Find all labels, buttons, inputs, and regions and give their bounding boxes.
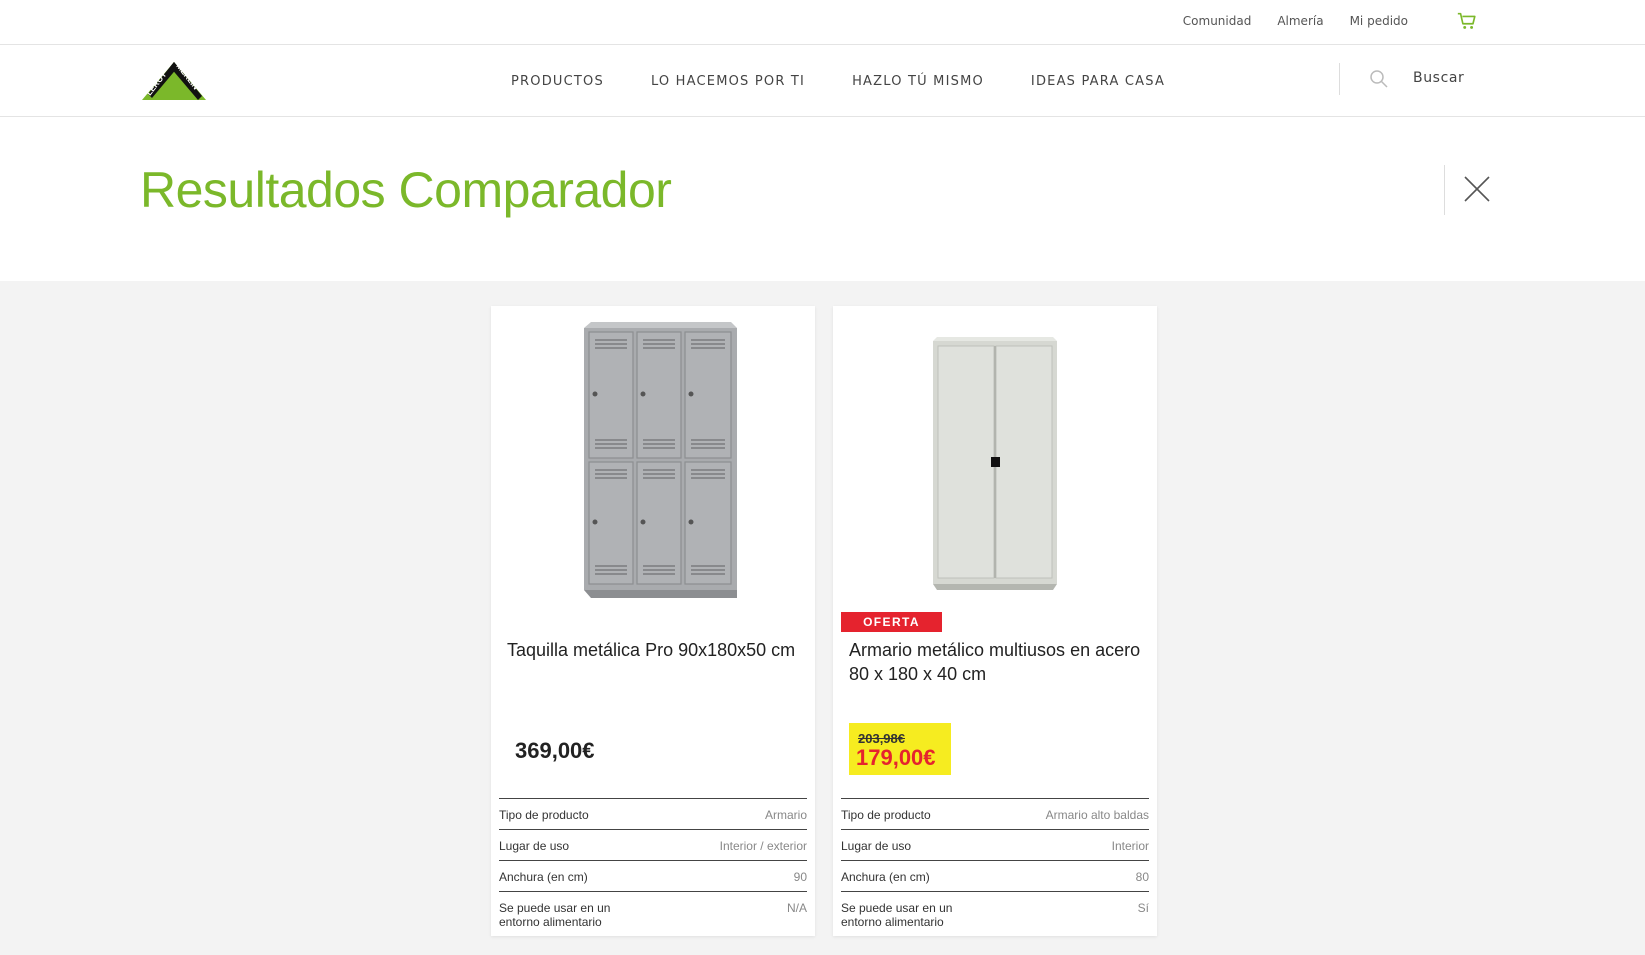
spec-value: 80 <box>1135 870 1149 884</box>
nav-hazlo-tu-mismo[interactable]: HAZLO TÚ MISMO <box>852 74 984 89</box>
spec-value: 90 <box>793 870 807 884</box>
spec-label: Lugar de uso <box>499 839 570 853</box>
spec-row: Lugar de uso Interior / exterior <box>499 829 807 860</box>
spec-value: Armario alto baldas <box>1045 808 1149 822</box>
locker-icon[interactable] <box>491 322 815 606</box>
product-name[interactable]: Armario metálico multiusos en acero 80 x… <box>849 638 1149 686</box>
spec-row: Tipo de producto Armario <box>499 798 807 829</box>
spec-value: N/A <box>786 901 807 915</box>
spec-label: Anchura (en cm) <box>841 870 930 884</box>
price-box: 203,98€ 179,00€ <box>849 723 951 775</box>
page-title: Resultados Comparador <box>140 162 672 218</box>
link-mi-pedido[interactable]: Mi pedido <box>1350 14 1408 28</box>
nav-ideas-para-casa[interactable]: IDEAS PARA CASA <box>1031 74 1165 89</box>
spec-row: Lugar de uso Interior <box>841 829 1149 860</box>
leroy-merlin-logo[interactable]: LEROY MERLIN <box>140 58 208 102</box>
spec-table: Tipo de producto Armario alto baldas Lug… <box>841 798 1149 937</box>
spec-label: Lugar de uso <box>841 839 912 853</box>
top-utility-bar: Comunidad Almería Mi pedido <box>0 0 1645 45</box>
spec-row: Anchura (en cm) 90 <box>499 860 807 891</box>
nav-lo-hacemos-por-ti[interactable]: LO HACEMOS POR TI <box>651 74 805 89</box>
main-navigation: LEROY MERLIN PRODUCTOS LO HACEMOS POR TI… <box>0 45 1645 117</box>
utility-links: Comunidad Almería Mi pedido <box>1183 0 1478 42</box>
title-section: Resultados Comparador <box>0 117 1645 281</box>
product-name[interactable]: Taquilla metálica Pro 90x180x50 cm <box>507 638 807 662</box>
product-price: 179,00€ <box>856 745 936 770</box>
close-divider <box>1444 165 1445 215</box>
nav-productos[interactable]: PRODUCTOS <box>511 74 604 89</box>
close-icon[interactable] <box>1462 174 1492 204</box>
old-price: 203,98€ <box>858 731 905 746</box>
offer-badge: OFERTA <box>841 612 942 632</box>
spec-label: Se puede usar en un entorno alimentario <box>841 901 953 929</box>
product-price: 369,00€ <box>515 738 595 763</box>
spec-value: Armario <box>764 808 807 822</box>
search-icon[interactable] <box>1369 69 1389 89</box>
nav-menu: PRODUCTOS LO HACEMOS POR TI HAZLO TÚ MIS… <box>511 45 1212 117</box>
spec-value: Interior <box>1111 839 1149 853</box>
product-card[interactable]: Taquilla metálica Pro 90x180x50 cm 369,0… <box>491 306 815 936</box>
cart-icon[interactable] <box>1456 10 1478 32</box>
spec-value: Sí <box>1137 901 1149 915</box>
spec-label: Anchura (en cm) <box>499 870 588 884</box>
link-almeria[interactable]: Almería <box>1277 14 1323 28</box>
cabinet-icon[interactable] <box>833 322 1157 606</box>
spec-row: Tipo de producto Armario alto baldas <box>841 798 1149 829</box>
spec-label: Tipo de producto <box>841 808 931 822</box>
spec-table: Tipo de producto Armario Lugar de uso In… <box>499 798 807 937</box>
spec-row: Anchura (en cm) 80 <box>841 860 1149 891</box>
search-button[interactable]: Buscar <box>1413 70 1464 86</box>
nav-divider <box>1339 63 1340 95</box>
spec-label: Se puede usar en un entorno alimentario <box>499 901 611 929</box>
link-comunidad[interactable]: Comunidad <box>1183 14 1252 28</box>
product-card[interactable]: OFERTA Armario metálico multiusos en ace… <box>833 306 1157 936</box>
spec-label: Tipo de producto <box>499 808 589 822</box>
spec-value: Interior / exterior <box>719 839 807 853</box>
spec-row: Se puede usar en un entorno alimentario … <box>841 891 1149 937</box>
spec-row: Se puede usar en un entorno alimentario … <box>499 891 807 937</box>
compare-area: Taquilla metálica Pro 90x180x50 cm 369,0… <box>0 281 1645 955</box>
